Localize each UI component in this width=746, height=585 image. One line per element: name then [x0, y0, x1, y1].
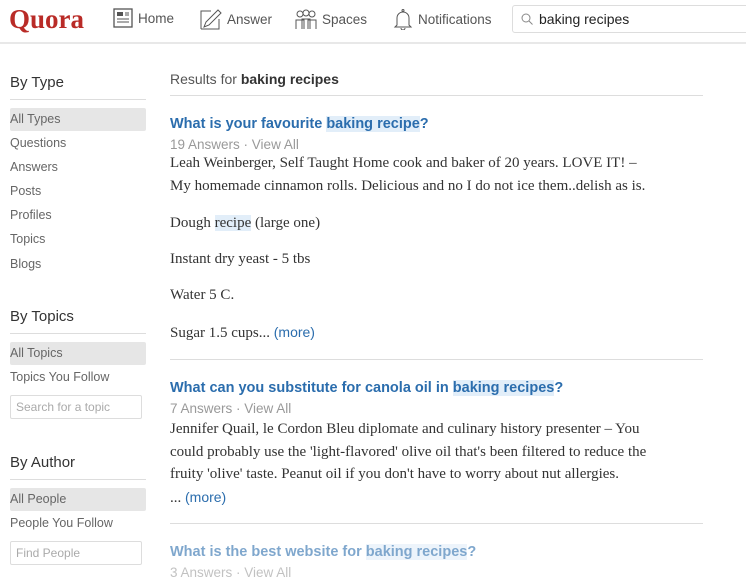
divider — [10, 333, 146, 334]
divider — [170, 523, 703, 524]
view-all-link[interactable]: View All — [252, 137, 299, 152]
more-link[interactable]: (more) — [274, 324, 315, 340]
newspaper-icon — [113, 8, 133, 28]
filter-blogs[interactable]: Blogs — [10, 253, 146, 276]
nav-answer[interactable]: Answer — [200, 8, 272, 30]
divider — [10, 479, 146, 480]
result-meta: 3 Answers · View All — [170, 565, 292, 580]
filter-posts[interactable]: Posts — [10, 180, 146, 203]
by-type-heading: By Type — [10, 74, 64, 91]
filter-people-you-follow[interactable]: People You Follow — [10, 512, 146, 535]
topic-search-input[interactable]: Search for a topic — [10, 395, 142, 419]
nav-home[interactable]: Home — [113, 8, 174, 28]
top-header: Quora Home Answer Spaces Notifications b… — [0, 0, 746, 44]
filter-all-types[interactable]: All Types — [10, 108, 146, 131]
divider — [170, 95, 703, 96]
result-meta: 19 Answers · View All — [170, 137, 299, 152]
filter-answers[interactable]: Answers — [10, 156, 146, 179]
filter-all-topics[interactable]: All Topics — [10, 342, 146, 365]
people-search-input[interactable]: Find People — [10, 541, 142, 565]
divider — [10, 99, 146, 100]
filter-profiles[interactable]: Profiles — [10, 204, 146, 227]
quora-logo[interactable]: Quora — [9, 4, 84, 35]
more-link[interactable]: (more) — [185, 489, 226, 505]
divider — [170, 359, 703, 360]
answer-count: 19 Answers — [170, 137, 240, 152]
by-author-heading: By Author — [10, 454, 76, 471]
filter-topics[interactable]: Topics — [10, 228, 146, 251]
results-heading: Results for baking recipes — [170, 71, 339, 87]
filter-topics-you-follow[interactable]: Topics You Follow — [10, 366, 146, 389]
view-all-link[interactable]: View All — [244, 401, 291, 416]
nav-spaces[interactable]: Spaces — [295, 8, 367, 30]
search-input[interactable]: baking recipes — [512, 5, 746, 33]
answer-snippet: Jennifer Quail, le Cordon Bleu diplomate… — [170, 421, 647, 506]
bell-icon — [393, 9, 413, 30]
answer-snippet: Leah Weinberger, Self Taught Home cook a… — [170, 155, 646, 194]
answer-count: 3 Answers — [170, 565, 233, 580]
result-title[interactable]: What is the best website for baking reci… — [170, 544, 476, 560]
nav-notifications[interactable]: Notifications — [393, 8, 492, 30]
people-icon — [295, 9, 317, 29]
result-title[interactable]: What can you substitute for canola oil i… — [170, 380, 563, 396]
view-all-link[interactable]: View All — [244, 565, 291, 580]
result-meta: 7 Answers · View All — [170, 401, 292, 416]
search-icon — [521, 13, 533, 25]
answer-count: 7 Answers — [170, 401, 233, 416]
result-title[interactable]: What is your favourite baking recipe? — [170, 116, 429, 132]
filter-all-people[interactable]: All People — [10, 488, 146, 511]
filter-questions[interactable]: Questions — [10, 132, 146, 155]
by-topics-heading: By Topics — [10, 308, 74, 325]
pencil-icon — [200, 9, 222, 30]
